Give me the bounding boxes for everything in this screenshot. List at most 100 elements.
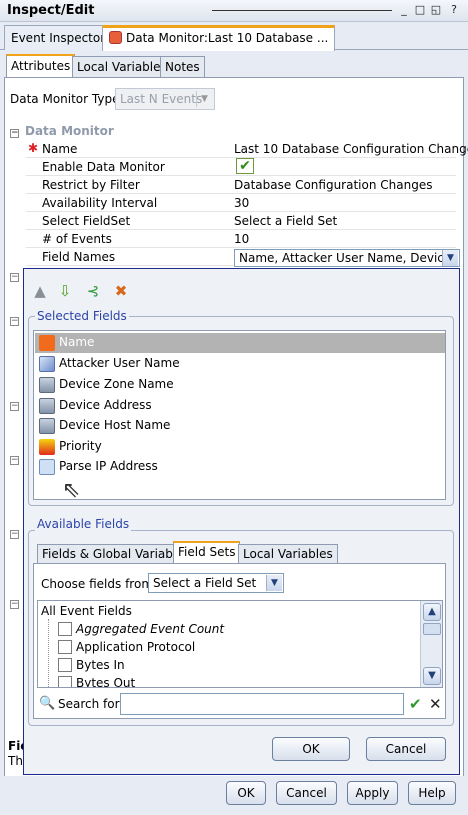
collapse-icon[interactable]: − [10, 273, 19, 282]
tree-item[interactable]: Bytes Out [58, 676, 135, 687]
tab-event-inspector[interactable]: Event Inspector [4, 25, 113, 50]
field-names-combo[interactable]: Name, Attacker User Name, Devic... ▼ [234, 249, 460, 267]
choose-fields-value: Select a Field Set [153, 576, 257, 590]
tree-item[interactable]: Application Protocol [58, 640, 195, 654]
collapse-icon[interactable]: − [10, 317, 19, 326]
selected-fields-title: Selected Fields [35, 309, 129, 323]
section-title: Data Monitor [25, 124, 114, 138]
property-row-fieldset[interactable]: Select FieldSet Select a Field Set [26, 212, 456, 230]
add-field-icon[interactable]: ⊰ [84, 283, 102, 299]
help-button[interactable]: Help [408, 781, 456, 805]
list-item[interactable]: Attacker User Name [35, 354, 445, 374]
list-item[interactable]: Device Zone Name [35, 375, 445, 395]
function-field-icon [39, 459, 55, 475]
confirm-search-icon[interactable]: ✔ [409, 695, 422, 713]
tree-scrollbar[interactable]: ▲ ▼ [420, 601, 442, 687]
list-item[interactable]: Device Address [35, 396, 445, 416]
list-item-label: Device Address [59, 398, 152, 412]
field-checkbox[interactable] [58, 622, 72, 636]
list-item[interactable]: Name [35, 333, 445, 353]
sub-tab-bar: Attributes Local Variables Notes [0, 50, 468, 78]
list-item-label: Name [59, 335, 95, 349]
field-checkbox[interactable] [58, 640, 72, 654]
clear-search-icon[interactable]: ✕ [429, 695, 442, 713]
help-icon[interactable]: ? [448, 4, 460, 16]
maximize-icon[interactable]: ◱ [430, 4, 442, 16]
scroll-down-icon[interactable]: ▼ [423, 667, 441, 685]
collapse-icon[interactable]: − [10, 129, 19, 138]
enable-data-monitor-checkbox[interactable]: ✔ [236, 158, 254, 174]
data-monitor-type-label: Data Monitor Type [10, 92, 120, 106]
property-row-filter[interactable]: Restrict by Filter Database Configuratio… [26, 176, 456, 194]
collapse-icon[interactable]: − [10, 402, 19, 411]
chevron-down-icon: ▼ [196, 91, 212, 107]
property-value: Select a Field Set [234, 214, 338, 228]
apply-button[interactable]: Apply [347, 781, 398, 805]
scroll-thumb[interactable] [423, 623, 441, 635]
tree-item-label: Bytes In [76, 658, 125, 672]
collapse-icon[interactable]: − [10, 530, 19, 539]
section-data-monitor[interactable]: − Data Monitor [10, 124, 114, 138]
choose-fields-select[interactable]: Select a Field Set ▼ [148, 573, 284, 593]
device-field-icon [39, 398, 55, 414]
cancel-button[interactable]: Cancel [276, 781, 337, 805]
property-row-name[interactable]: ✱ Name Last 10 Database Configuration Ch… [26, 140, 468, 158]
list-item[interactable]: Priority [35, 437, 445, 457]
scroll-up-icon[interactable]: ▲ [423, 603, 441, 621]
data-monitor-type-value: Last N Events [120, 92, 203, 106]
list-item[interactable]: Parse IP Address [35, 457, 445, 477]
collapse-icon[interactable]: − [10, 600, 19, 609]
list-item-label: Device Zone Name [59, 377, 174, 391]
tree-root[interactable]: All Event Fields [41, 604, 132, 618]
user-field-icon [39, 356, 55, 372]
device-field-icon [39, 377, 55, 393]
device-field-icon [39, 418, 55, 434]
property-key: Availability Interval [42, 196, 158, 210]
selected-fields-list[interactable]: Name Attacker User Name Device Zone Name… [33, 330, 446, 500]
tab-field-sets[interactable]: Field Sets [173, 541, 241, 564]
available-fields-title: Available Fields [35, 517, 132, 531]
property-key: Restrict by Filter [42, 178, 140, 192]
collapse-icon[interactable]: − [10, 456, 19, 465]
property-row-events[interactable]: # of Events 10 [26, 230, 456, 248]
document-tab-bar: Event Inspector Data Monitor:Last 10 Dat… [0, 22, 468, 51]
tab-notes[interactable]: Notes [160, 56, 205, 78]
window-titlebar: Inspect/Edit _ □ ◱ ? [0, 0, 468, 22]
mouse-cursor-icon: ⇖ [62, 478, 81, 503]
arrow-up-icon[interactable]: ▲ [31, 283, 49, 299]
search-icon: 🔍 [39, 696, 56, 711]
window-title: Inspect/Edit [7, 3, 95, 18]
tab-data-monitor[interactable]: Data Monitor:Last 10 Database ... [102, 25, 336, 51]
tab-fields-global-variables[interactable]: Fields & Global Variables [37, 544, 195, 564]
field-checkbox[interactable] [58, 676, 72, 687]
list-item[interactable]: Device Host Name [35, 416, 445, 436]
field-type-icon [39, 335, 55, 351]
tree-item[interactable]: Aggregated Event Count [58, 622, 224, 636]
minimize-icon[interactable]: _ [398, 4, 410, 16]
list-item-label: Parse IP Address [59, 459, 158, 473]
search-input[interactable] [120, 693, 404, 715]
tree-item[interactable]: Bytes In [58, 658, 125, 672]
tab-local-variables-popup[interactable]: Local Variables [238, 544, 338, 564]
required-icon: ✱ [28, 141, 39, 155]
tab-label: Event Inspector [11, 31, 106, 45]
property-value: Database Configuration Changes [234, 178, 433, 192]
restore-icon[interactable]: □ [414, 4, 426, 16]
popup-cancel-button[interactable]: Cancel [366, 737, 446, 761]
property-key: Name [42, 142, 78, 156]
tab-attributes[interactable]: Attributes [6, 54, 76, 78]
tree-item-label: Aggregated Event Count [76, 622, 225, 636]
popup-ok-button[interactable]: OK [272, 737, 350, 761]
ok-button[interactable]: OK [226, 781, 266, 805]
remove-icon[interactable]: ✖ [112, 283, 130, 299]
priority-icon [39, 439, 55, 455]
chevron-down-icon[interactable]: ▼ [266, 575, 282, 591]
property-row-interval[interactable]: Availability Interval 30 [26, 194, 456, 212]
arrow-down-icon[interactable]: ⇩ [56, 283, 74, 299]
property-key: # of Events [42, 232, 112, 246]
event-fields-tree[interactable]: All Event Fields Aggregated Event Count … [37, 600, 443, 688]
tab-local-variables[interactable]: Local Variables [72, 56, 172, 78]
chevron-down-icon[interactable]: ▼ [442, 250, 458, 266]
data-monitor-type-select: Last N Events ▼ [115, 88, 215, 110]
field-checkbox[interactable] [58, 658, 72, 672]
